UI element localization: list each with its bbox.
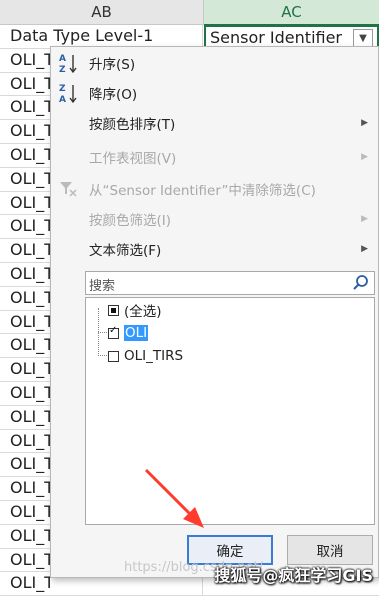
svg-text:Z: Z — [59, 65, 66, 74]
menu-item[interactable]: 按颜色排序(T) ▶ — [51, 108, 378, 138]
chevron-right-icon: ▶ — [361, 214, 368, 224]
sensor-identifier-label: Sensor Identifier — [210, 28, 343, 47]
search-icon[interactable] — [352, 274, 370, 296]
menu-item-label: 工作表视图(V) — [89, 151, 177, 167]
menu-item-label: 降序(O) — [89, 87, 138, 103]
header-cell-data-type[interactable]: Data Type Level-1 — [0, 25, 203, 48]
cancel-button[interactable]: 取消 — [287, 535, 373, 565]
filter-dropdown-button[interactable]: ▼ — [353, 29, 373, 46]
chevron-right-icon: ▶ — [361, 118, 368, 128]
option-select-all[interactable]: (全选) — [108, 300, 162, 320]
oli-tirs-checkbox[interactable] — [108, 350, 119, 362]
column-header-ac[interactable]: AC — [204, 0, 379, 26]
menu-item-label: 从“Sensor Identifier”中清除筛选(C) — [89, 183, 316, 199]
menu-item[interactable]: A Z 升序(S) — [51, 48, 378, 78]
svg-text:A: A — [59, 95, 66, 104]
menu-item-label: 按颜色筛选(I) — [89, 213, 172, 229]
chevron-down-icon: ▼ — [359, 33, 367, 44]
clear-filter-icon — [57, 177, 79, 201]
option-label: OLI_TIRS — [124, 348, 184, 364]
source-credit: 搜狐号@疯狂学习GIS — [214, 566, 373, 585]
select-all-checkbox[interactable] — [108, 304, 119, 316]
sort-descending-icon: ZA — [57, 81, 79, 105]
search-placeholder: 搜索 — [89, 279, 116, 294]
menu-item: 从“Sensor Identifier”中清除筛选(C) — [51, 174, 378, 204]
menu-item: 按颜色筛选(I) ▶ — [51, 204, 378, 234]
oli-checkbox[interactable] — [108, 325, 119, 339]
search-input[interactable]: 搜索 — [85, 271, 375, 295]
svg-text:Z: Z — [59, 84, 66, 94]
menu-item[interactable]: Z A 降序(O) — [51, 78, 378, 108]
option-label: (全选) — [124, 304, 162, 320]
option-label: OLI — [124, 325, 149, 341]
sort-ascending-icon: AZ — [57, 51, 79, 75]
menu-item[interactable]: 文本筛选(F) ▶ — [51, 234, 378, 264]
menu-item-label: 升序(S) — [89, 57, 136, 73]
option-oli-tirs[interactable]: OLI_TIRS — [108, 346, 183, 366]
menu-item-label: 按颜色排序(T) — [89, 117, 176, 133]
chevron-right-icon: ▶ — [361, 244, 368, 254]
option-oli[interactable]: OLI — [108, 323, 149, 343]
menu-item-label: 文本筛选(F) — [89, 243, 162, 259]
svg-text:A: A — [59, 54, 66, 64]
menu-item: 工作表视图(V) ▶ — [51, 142, 378, 172]
chevron-right-icon: ▶ — [361, 152, 368, 162]
header-cell-sensor-identifier[interactable]: Sensor Identifier ▼ — [204, 25, 379, 48]
column-header-ab[interactable]: AB — [0, 0, 204, 25]
autofilter-menu: A Z 升序(S) Z A 降序(O) 按颜色排序(T) ▶ 工作表视图(V) ▶ 从“Sensor… — [50, 46, 379, 578]
filter-value-list[interactable]: (全选) OLI OLI_TIRS — [85, 297, 375, 525]
